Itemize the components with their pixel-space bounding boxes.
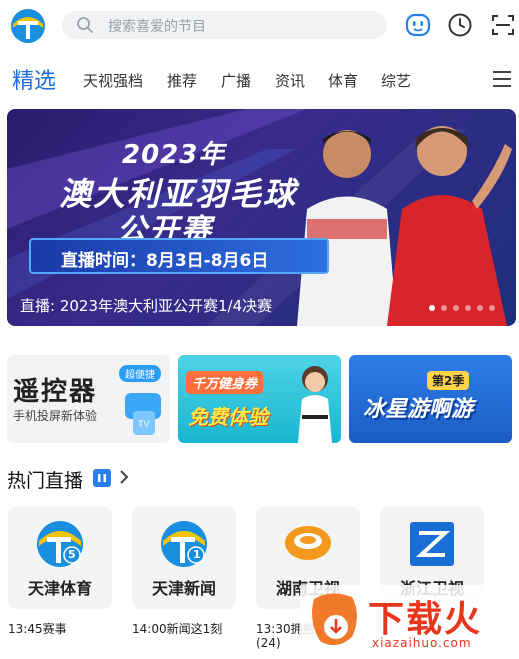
program-text: 14:00新闻这1刻 bbox=[132, 622, 223, 636]
players-image bbox=[297, 126, 512, 326]
category-tabs: 精选 天视强档 推荐 广播 资讯 体育 综艺 bbox=[0, 58, 519, 98]
channel-card-tj-sports[interactable]: 5 天津体育 bbox=[8, 507, 112, 609]
zhejiang-tv-logo bbox=[410, 522, 454, 566]
banner-year: 2023年 bbox=[122, 140, 226, 170]
carousel-dot bbox=[429, 305, 435, 311]
tianjin-tv-logo[interactable] bbox=[10, 8, 46, 44]
carousel-dot bbox=[441, 305, 447, 311]
banner-caption: 直播: 2023年澳大利亚公开赛1/4决赛 bbox=[20, 297, 273, 315]
channel-number: 5 bbox=[68, 548, 76, 561]
watermark-text: 下载火 bbox=[368, 599, 483, 640]
tianjin-tv-logo bbox=[161, 521, 207, 567]
channel-number: 1 bbox=[193, 548, 201, 561]
tianjin-tv-logo bbox=[37, 521, 83, 567]
program-text: 13:45赛事 bbox=[8, 622, 67, 636]
program-text-extra: (24) bbox=[256, 636, 281, 650]
karate-girl-image bbox=[298, 366, 332, 443]
watermark-url: xiazaihuo.com bbox=[372, 636, 472, 650]
tab-news[interactable]: 资讯 bbox=[275, 70, 305, 91]
tab-featured[interactable]: 精选 bbox=[12, 63, 56, 95]
promo-fitness-main: 免费体验 bbox=[188, 405, 268, 429]
hot-live-title: 热门直播 bbox=[7, 470, 84, 492]
channel-name: 天津新闻 bbox=[151, 579, 216, 598]
svg-text:TV: TV bbox=[138, 419, 150, 429]
carousel-dot bbox=[477, 305, 483, 311]
carousel-dot bbox=[465, 305, 471, 311]
promo-remote-subtitle: 手机投屏新体验 bbox=[13, 409, 98, 423]
tab-tianshi[interactable]: 天视强档 bbox=[83, 70, 143, 91]
scan-icon[interactable] bbox=[490, 12, 516, 38]
search-icon bbox=[77, 17, 93, 33]
tab-sports[interactable]: 体育 bbox=[328, 70, 358, 91]
promo-fitness-top: 千万健身券 bbox=[186, 371, 264, 394]
banner-time-text: 直播时间：8月3日-8月6日 bbox=[61, 251, 269, 271]
carousel-dot bbox=[453, 305, 459, 311]
tv-remote-icon: TV bbox=[125, 393, 161, 435]
search-bar[interactable]: 搜索喜爱的节目 bbox=[62, 11, 387, 39]
tab-recommend[interactable]: 推荐 bbox=[167, 70, 197, 91]
channel-card-tj-news[interactable]: 1 天津新闻 bbox=[132, 507, 236, 609]
promo-remote[interactable]: 遥控器 手机投屏新体验 超便捷 TV bbox=[7, 355, 170, 443]
promo-ice-star[interactable]: 第2季 冰星游啊游 bbox=[349, 355, 512, 443]
live-bars-icon bbox=[93, 469, 111, 487]
hero-banner[interactable]: 2023年 澳大利亚羽毛球 公开赛 直播时间：8月3日-8月6日 直播: 202… bbox=[7, 109, 516, 326]
promo-remote-title: 遥控器 bbox=[13, 377, 98, 407]
search-placeholder: 搜索喜爱的节目 bbox=[108, 19, 206, 35]
chevron-right-icon[interactable] bbox=[118, 468, 130, 486]
banner-time-box: 直播时间：8月3日-8月6日 bbox=[29, 238, 329, 274]
hunan-tv-logo bbox=[285, 526, 331, 560]
channel-name: 天津体育 bbox=[27, 579, 92, 598]
promo-remote-badge: 超便捷 bbox=[119, 365, 161, 382]
promo-ice-title: 冰星游啊游 bbox=[363, 397, 474, 422]
menu-icon[interactable] bbox=[492, 70, 512, 88]
tab-variety[interactable]: 综艺 bbox=[381, 70, 411, 91]
carousel-indicator bbox=[429, 305, 509, 313]
promo-ice-season: 第2季 bbox=[427, 371, 470, 390]
promo-fitness[interactable]: 千万健身券 免费体验 bbox=[178, 355, 341, 443]
tab-radio[interactable]: 广播 bbox=[221, 70, 251, 91]
top-bar: 搜索喜爱的节目 bbox=[0, 0, 519, 52]
robot-icon[interactable] bbox=[405, 12, 431, 38]
carousel-dot bbox=[489, 305, 495, 311]
clock-icon[interactable] bbox=[447, 12, 473, 38]
